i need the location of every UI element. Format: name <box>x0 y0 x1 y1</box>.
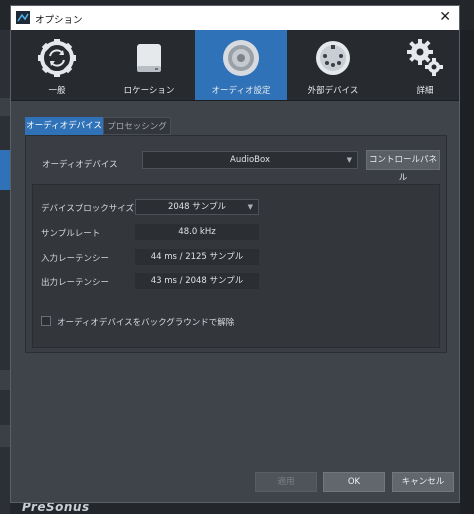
toolbar-item-external-devices[interactable]: 外部デバイス <box>287 30 379 100</box>
gears-icon <box>407 39 443 76</box>
audio-device-select[interactable]: AudioBox ▼ <box>142 151 358 169</box>
block-size-label: デバイスブロックサイズ <box>41 204 134 214</box>
release-device-checkbox[interactable] <box>41 316 51 326</box>
drive-icon <box>137 44 161 72</box>
tab-processing[interactable]: プロセッシング <box>103 117 171 135</box>
background-app-left <box>0 30 10 514</box>
chevron-down-icon: ▼ <box>247 203 253 211</box>
toolbar-item-general[interactable]: 一般 <box>11 30 103 100</box>
audio-device-value: AudioBox <box>230 155 270 165</box>
options-dialog: オプション ✕ 一般 ロケーション オーディオ設定 外部デバイス 詳細 オーディ… <box>10 5 460 503</box>
toolbar-label-audio-settings: オーディオ設定 <box>211 86 271 96</box>
output-latency-label: 出力レーテンシー <box>41 278 110 288</box>
app-icon <box>16 11 30 24</box>
background-strip <box>0 370 10 390</box>
output-latency-value: 43 ms / 2048 サンプル <box>135 273 259 289</box>
sample-rate-value: 48.0 kHz <box>135 224 259 240</box>
sample-rate-label: サンプルレート <box>41 229 101 239</box>
control-panel-button[interactable]: コントロールパネル <box>366 150 440 183</box>
ok-button[interactable]: OK <box>323 472 385 492</box>
toolbar-label-external-devices: 外部デバイス <box>307 86 359 96</box>
audio-device-label: オーディオデバイス <box>42 160 118 170</box>
toolbar-item-location[interactable]: ロケーション <box>103 30 195 100</box>
background-strip <box>0 425 10 447</box>
speaker-icon <box>223 40 259 76</box>
audio-device-panel: オーディオデバイス AudioBox ▼ コントロールパネル デバイスブロックサ… <box>25 135 447 353</box>
category-toolbar: 一般 ロケーション オーディオ設定 外部デバイス 詳細 <box>11 30 459 101</box>
device-settings-group: デバイスブロックサイズ 2048 サンプル ▼ サンプルレート 48.0 kHz… <box>32 184 440 348</box>
chevron-down-icon: ▼ <box>346 156 352 164</box>
block-size-value: 2048 サンプル <box>167 202 227 212</box>
tab-audio-device[interactable]: オーディオデバイス <box>25 117 103 135</box>
input-latency-value: 44 ms / 2125 サンプル <box>135 249 259 265</box>
window-title: オプション <box>35 15 83 26</box>
background-strip <box>0 98 10 116</box>
midi-connector-icon <box>316 41 350 75</box>
toolbar-item-audio-settings[interactable]: オーディオ設定 <box>195 30 287 100</box>
apply-button[interactable]: 適用 <box>255 472 317 492</box>
close-icon[interactable]: ✕ <box>439 9 451 25</box>
toolbar-label-general: 一般 <box>48 86 66 96</box>
release-device-label[interactable]: オーディオデバイスをバックグラウンドで解除 <box>57 316 234 328</box>
toolbar-label-advanced: 詳細 <box>416 86 434 96</box>
toolbar-label-location: ロケーション <box>123 86 175 96</box>
background-app-right <box>460 30 474 514</box>
input-latency-label: 入力レーテンシー <box>41 254 110 264</box>
toolbar-item-advanced[interactable]: 詳細 <box>379 30 471 100</box>
title-bar: オプション ✕ <box>11 6 459 30</box>
block-size-select[interactable]: 2048 サンプル ▼ <box>135 199 259 215</box>
background-strip-accent <box>0 150 10 190</box>
sync-icon <box>38 39 76 77</box>
cancel-button[interactable]: キャンセル <box>392 472 454 492</box>
